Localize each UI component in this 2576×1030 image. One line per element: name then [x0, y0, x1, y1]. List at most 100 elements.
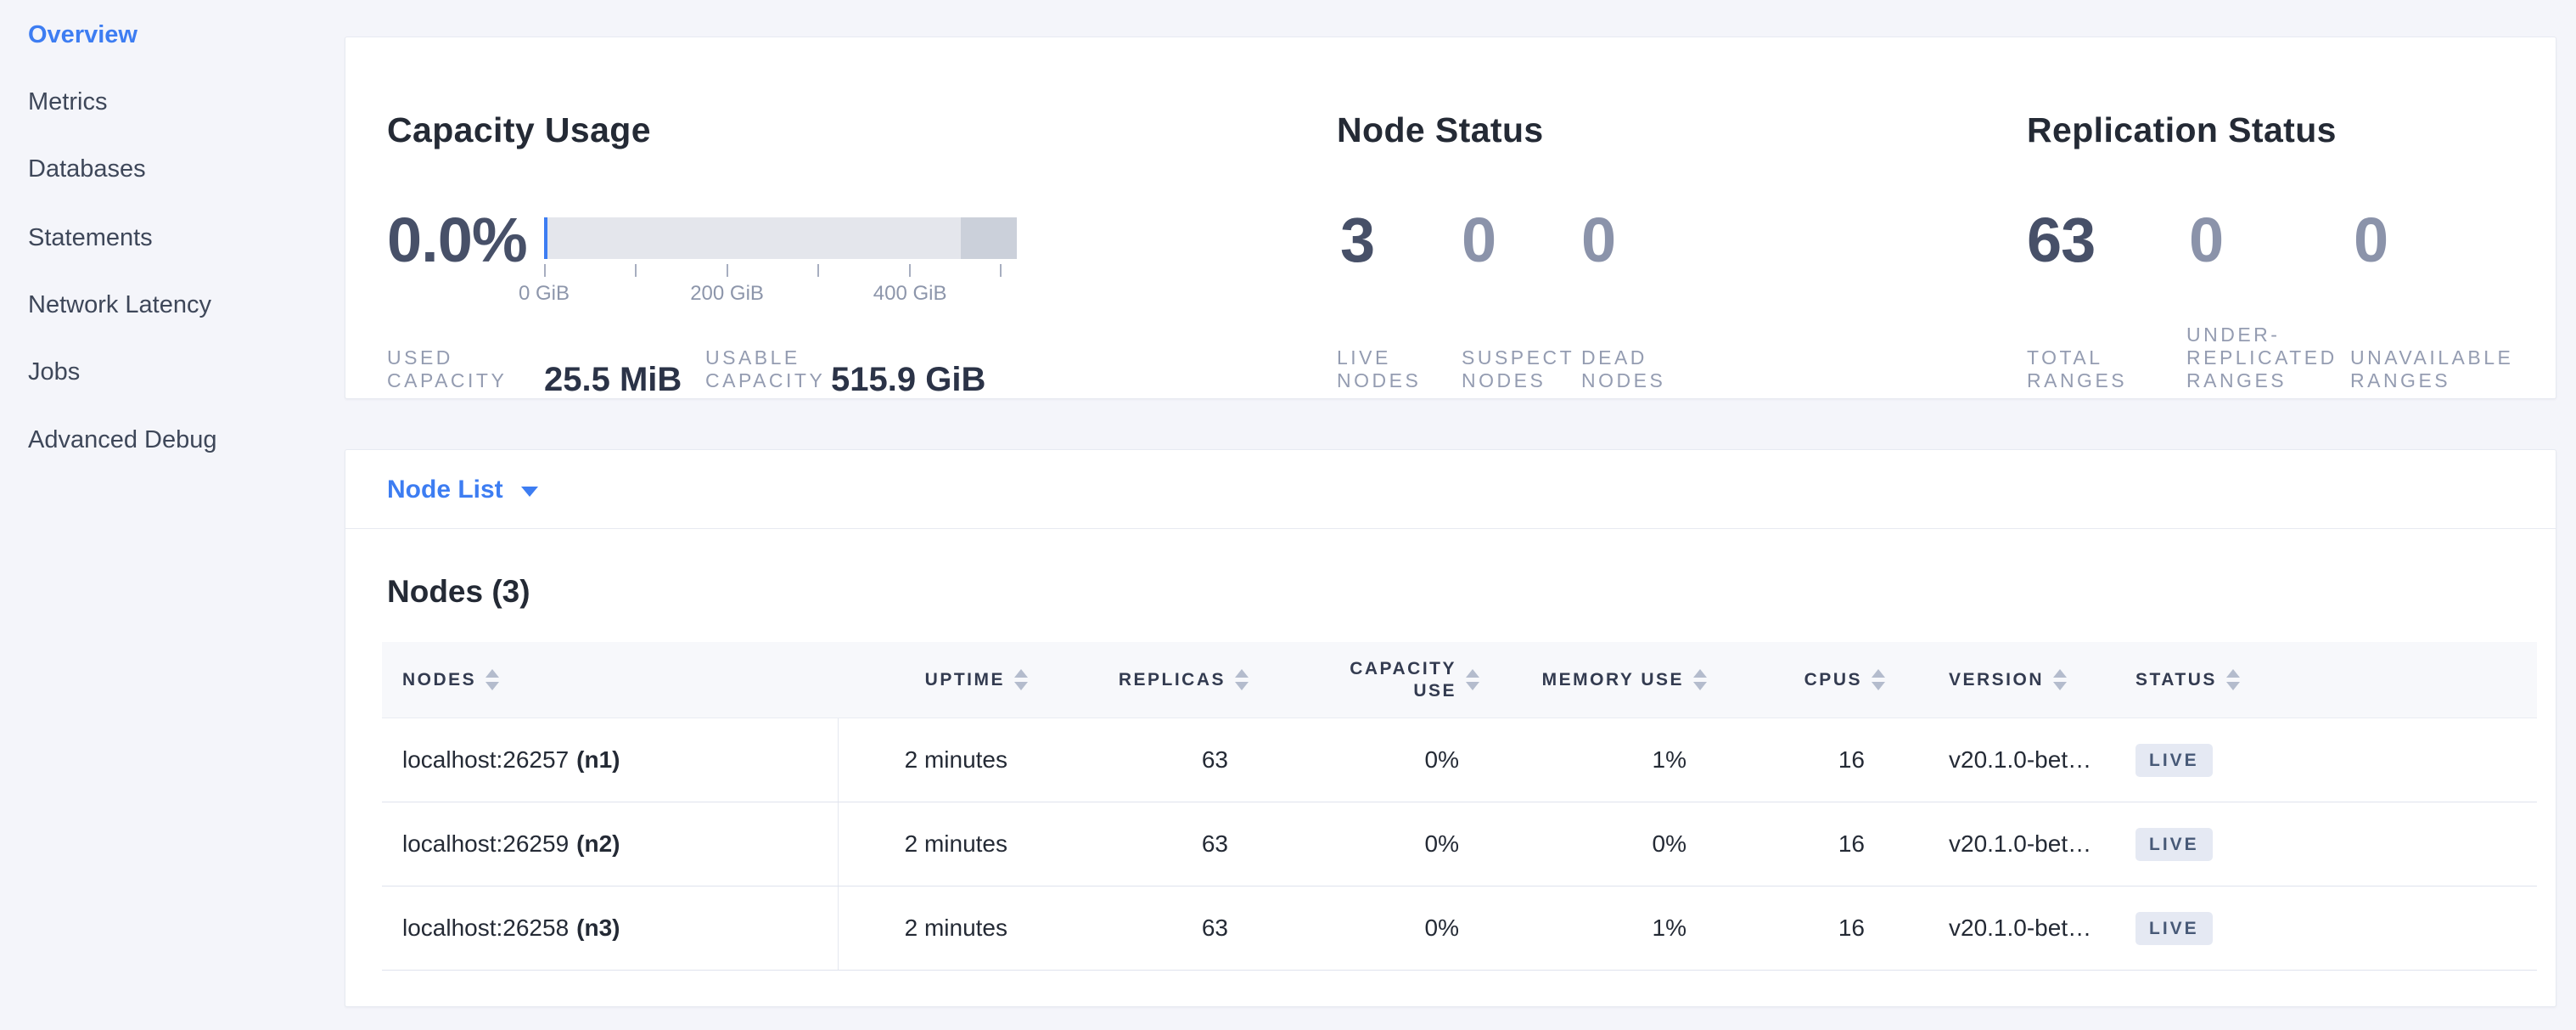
nodes-heading: Nodes (3) — [387, 574, 530, 610]
sidebar-item-overview[interactable]: Overview — [28, 21, 137, 49]
axis-label-400gib: 400 GiB — [873, 282, 947, 306]
gauge-usable-segment — [544, 217, 961, 259]
col-header-nodes-label: NODES — [402, 670, 476, 690]
nodes-table-header: NODES UPTIME REPLICAS CAPACITY USE MEMOR… — [382, 642, 2537, 718]
status-badge: LIVE — [2135, 744, 2213, 777]
node-id: (n3) — [576, 915, 620, 942]
table-row-n3[interactable]: localhost:26258 (n3) 2 minutes 63 0% 1% … — [382, 886, 2537, 971]
sidebar-item-databases[interactable]: Databases — [28, 155, 146, 183]
uptime-cell: 2 minutes — [839, 886, 1053, 970]
cluster-summary-card: Capacity Usage 0.0% 0 GiB 200 GiB 400 Gi… — [345, 37, 2556, 399]
sort-icon — [1872, 669, 1885, 690]
axis-tick — [635, 264, 637, 277]
gauge-other-used-segment — [961, 217, 1017, 259]
usable-capacity-label: USABLE CAPACITY — [705, 346, 825, 392]
cpus-cell: 16 — [1732, 718, 1911, 802]
col-header-capacity-use-label: CAPACITY USE — [1336, 658, 1456, 702]
table-row-n1[interactable]: localhost:26257 (n1) 2 minutes 63 0% 1% … — [382, 718, 2537, 802]
axis-tick — [544, 264, 546, 277]
node-address: localhost:26257 — [402, 746, 569, 774]
sidebar-item-network-latency[interactable]: Network Latency — [28, 291, 211, 319]
col-header-nodes[interactable]: NODES — [382, 642, 839, 718]
replicas-cell: 63 — [1053, 886, 1274, 970]
sidebar: Overview Metrics Databases Statements Ne… — [0, 0, 345, 1030]
col-header-uptime[interactable]: UPTIME — [839, 642, 1053, 718]
memory-use-cell: 0% — [1505, 802, 1732, 886]
gauge-used-marker — [544, 217, 547, 259]
live-nodes-label: LIVE NODES — [1337, 346, 1421, 392]
axis-tick — [909, 264, 911, 277]
version-cell: v20.1.0-bet… — [1911, 802, 2123, 886]
suspect-nodes-value: 0 — [1462, 204, 1496, 276]
col-header-status[interactable]: STATUS — [2123, 642, 2537, 718]
uptime-cell: 2 minutes — [839, 718, 1053, 802]
capacity-gauge: 0 GiB 200 GiB 400 GiB — [544, 217, 1017, 259]
capacity-use-cell: 0% — [1274, 886, 1505, 970]
version-cell: v20.1.0-bet… — [1911, 886, 2123, 970]
replication-status-title: Replication Status — [2027, 110, 2337, 150]
status-badge: LIVE — [2135, 828, 2213, 861]
col-header-memory-use[interactable]: MEMORY USE — [1505, 642, 1732, 718]
sort-icon — [1235, 669, 1249, 690]
status-badge: LIVE — [2135, 912, 2213, 945]
used-capacity-label: USED CAPACITY — [387, 346, 507, 392]
unavailable-ranges-value: 0 — [2354, 204, 2388, 276]
suspect-nodes-label: SUSPECT NODES — [1462, 346, 1574, 392]
sort-icon — [485, 669, 499, 690]
table-row-n2[interactable]: localhost:26259 (n2) 2 minutes 63 0% 0% … — [382, 802, 2537, 886]
sort-icon — [1466, 669, 1479, 690]
nodes-table: NODES UPTIME REPLICAS CAPACITY USE MEMOR… — [382, 642, 2537, 971]
col-header-cpus-label: CPUS — [1804, 670, 1862, 690]
sidebar-item-jobs[interactable]: Jobs — [28, 358, 80, 386]
view-selector-bar: Node List — [345, 450, 2556, 529]
memory-use-cell: 1% — [1505, 886, 1732, 970]
unavailable-ranges-label: UNAVAILABLE RANGES — [2350, 346, 2513, 392]
capacity-use-cell: 0% — [1274, 802, 1505, 886]
col-header-replicas-label: REPLICAS — [1119, 670, 1226, 690]
cpus-cell: 16 — [1732, 802, 1911, 886]
capacity-usage-panel: Capacity Usage 0.0% 0 GiB 200 GiB 400 Gi… — [387, 37, 1346, 398]
capacity-use-cell: 0% — [1274, 718, 1505, 802]
col-header-replicas[interactable]: REPLICAS — [1053, 642, 1274, 718]
usable-capacity-value: 515.9 GiB — [831, 361, 985, 399]
sort-icon — [1693, 669, 1707, 690]
col-header-status-label: STATUS — [2135, 670, 2217, 690]
sidebar-item-statements[interactable]: Statements — [28, 224, 153, 252]
col-header-version[interactable]: VERSION — [1911, 642, 2123, 718]
replicas-cell: 63 — [1053, 718, 1274, 802]
node-id: (n2) — [576, 830, 620, 858]
cpus-cell: 16 — [1732, 886, 1911, 970]
axis-tick — [1000, 264, 1002, 277]
node-address: localhost:26258 — [402, 915, 569, 942]
node-list-dropdown[interactable]: Node List — [387, 450, 538, 529]
axis-label-0gib: 0 GiB — [519, 282, 570, 306]
node-address-cell[interactable]: localhost:26257 (n1) — [382, 718, 839, 802]
sidebar-item-metrics[interactable]: Metrics — [28, 88, 107, 116]
col-header-memory-use-label: MEMORY USE — [1542, 670, 1684, 690]
col-header-capacity-use[interactable]: CAPACITY USE — [1274, 642, 1505, 718]
capacity-gauge-bar — [544, 217, 1017, 259]
capacity-usage-title: Capacity Usage — [387, 110, 651, 150]
sidebar-item-advanced-debug[interactable]: Advanced Debug — [28, 426, 217, 454]
status-cell: LIVE — [2123, 802, 2537, 886]
col-header-cpus[interactable]: CPUS — [1732, 642, 1911, 718]
node-address-cell[interactable]: localhost:26258 (n3) — [382, 886, 839, 970]
capacity-percent-value: 0.0% — [387, 204, 527, 276]
uptime-cell: 2 minutes — [839, 802, 1053, 886]
dead-nodes-value: 0 — [1581, 204, 1615, 276]
total-ranges-label: TOTAL RANGES — [2027, 346, 2127, 392]
replication-status-panel: Replication Status 63 0 0 TOTAL RANGES U… — [2027, 37, 2536, 398]
node-id: (n1) — [576, 746, 620, 774]
sort-icon — [2226, 669, 2240, 690]
col-header-version-label: VERSION — [1949, 670, 2044, 690]
axis-tick — [727, 264, 728, 277]
node-list-dropdown-label: Node List — [387, 476, 503, 504]
status-cell: LIVE — [2123, 718, 2537, 802]
total-ranges-value: 63 — [2027, 204, 2095, 276]
gauge-axis-ticks — [544, 264, 1002, 277]
used-capacity-value: 25.5 MiB — [544, 361, 682, 399]
node-status-title: Node Status — [1337, 110, 1544, 150]
axis-label-200gib: 200 GiB — [690, 282, 764, 306]
node-address-cell[interactable]: localhost:26259 (n2) — [382, 802, 839, 886]
under-replicated-ranges-label: UNDER- REPLICATED RANGES — [2186, 324, 2337, 392]
